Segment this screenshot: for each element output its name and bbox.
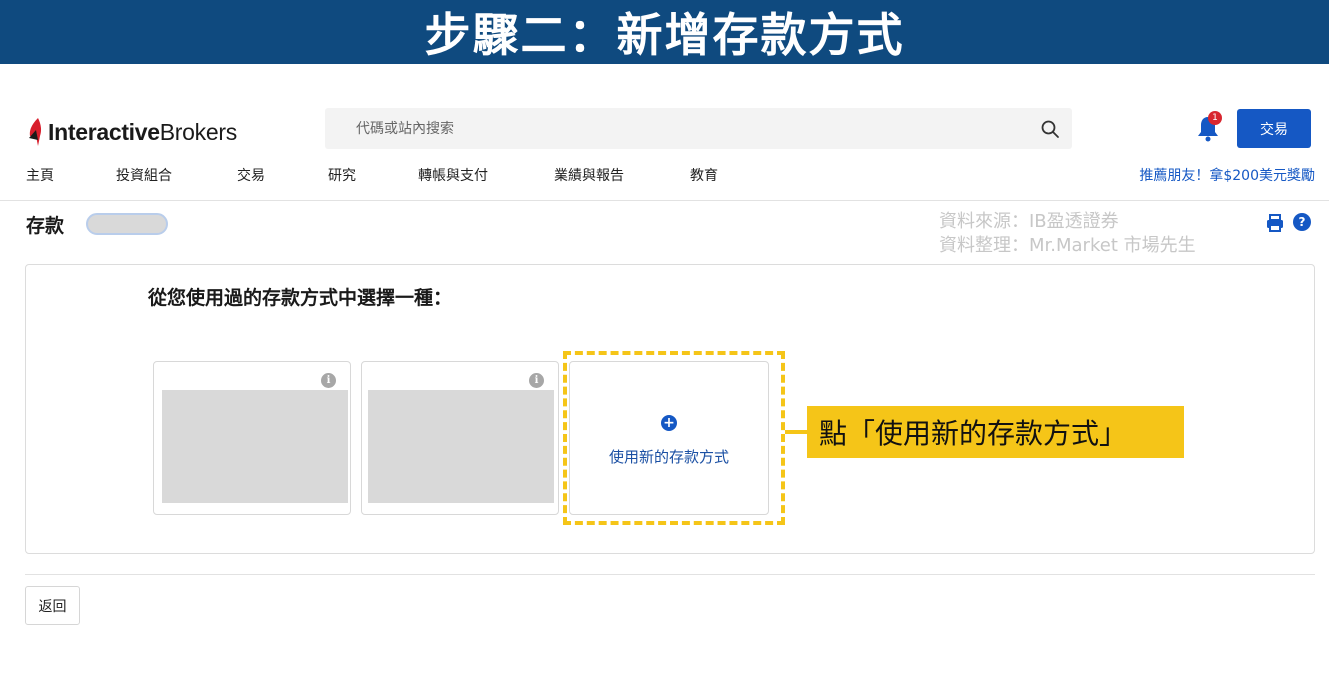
plus-circle-icon: + (661, 415, 677, 431)
info-icon[interactable]: i (529, 373, 544, 388)
logo-text-brokers: Brokers (159, 118, 237, 145)
nav-item-trade[interactable]: 交易 (237, 165, 265, 185)
header-divider (0, 200, 1329, 201)
saved-method-1[interactable]: i (153, 361, 351, 515)
source-watermark: 資料來源：IB盈透證券 資料整理：Mr.Market 市場先生 (939, 210, 1196, 258)
source-line-2: 資料整理：Mr.Market 市場先生 (939, 235, 1196, 256)
referral-link[interactable]: 推薦朋友！拿$200美元獎勵 (1139, 165, 1315, 185)
callout-connector (785, 430, 808, 434)
ib-logo-mark-icon (29, 118, 42, 146)
nav-item-performance-reports[interactable]: 業績與報告 (554, 165, 624, 185)
search-input[interactable] (325, 108, 1025, 149)
help-icon[interactable]: ? (1293, 213, 1311, 231)
banner-title: 步驟二：新增存款方式 (424, 8, 905, 62)
nav-item-education[interactable]: 教育 (690, 165, 718, 185)
tutorial-banner: 步驟二：新增存款方式 (0, 0, 1329, 64)
new-deposit-method-button[interactable]: + 使用新的存款方式 (569, 361, 769, 515)
method-prompt: 從您使用過的存款方式中選擇一種： (148, 287, 453, 309)
new-method-label: 使用新的存款方式 (608, 448, 729, 466)
info-icon[interactable]: i (321, 373, 336, 388)
saved-method-2[interactable]: i (361, 361, 559, 515)
nav-item-portfolio[interactable]: 投資組合 (116, 165, 172, 185)
print-icon[interactable] (1265, 213, 1285, 233)
search-bar[interactable] (325, 108, 1072, 149)
footer-divider (25, 574, 1315, 575)
source-line-1: 資料來源：IB盈透證券 (939, 211, 1119, 232)
page-title: 存款 (26, 215, 65, 237)
redacted-method-details (162, 390, 348, 503)
logo-text-interactive: Interactive (48, 118, 160, 145)
nav-item-research[interactable]: 研究 (328, 165, 356, 185)
trade-button[interactable]: 交易 (1237, 109, 1311, 148)
nav-item-home[interactable]: 主頁 (26, 165, 54, 185)
ib-logo[interactable]: Interactive Brokers (26, 112, 237, 152)
account-selector[interactable] (86, 213, 168, 235)
nav-item-transfer-pay[interactable]: 轉帳與支付 (418, 165, 488, 185)
notification-badge: 1 (1208, 111, 1222, 125)
redacted-method-details (368, 390, 554, 503)
back-button[interactable]: 返回 (25, 586, 80, 625)
search-icon[interactable] (1040, 119, 1060, 139)
instruction-callout: 點「使用新的存款方式」 (807, 406, 1184, 458)
